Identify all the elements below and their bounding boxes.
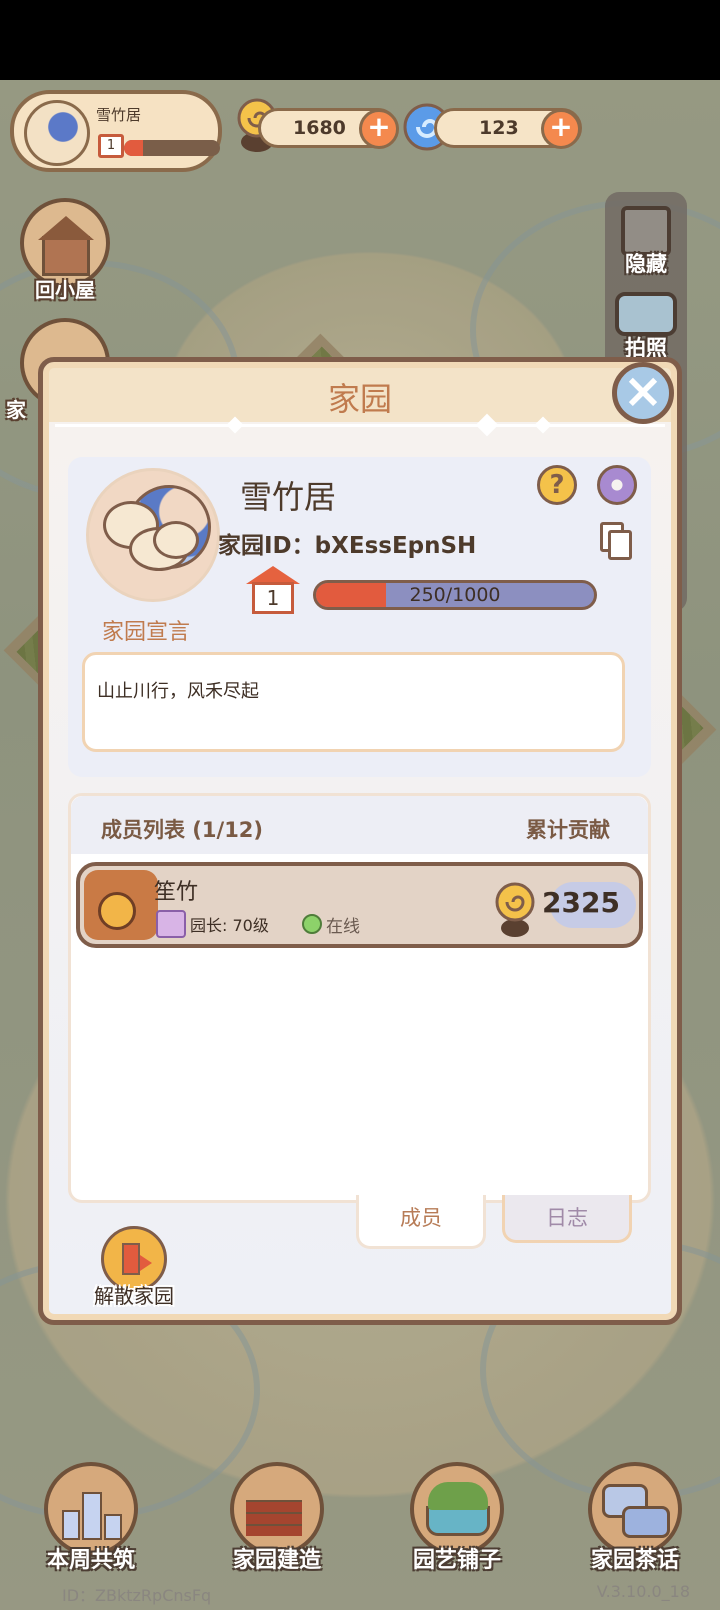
hide-label[interactable]: 隐藏	[605, 248, 687, 278]
garden-shop-label: 园艺铺子	[412, 1548, 501, 1573]
contribution-label: 累计贡献	[526, 818, 610, 842]
home-badge-name: 雪竹居	[96, 106, 142, 124]
home-avatar[interactable]	[86, 468, 220, 602]
declaration-text: 山止川行，风禾尽起	[97, 681, 259, 702]
member-name: 笙竹	[154, 880, 199, 905]
gem-value: 123	[479, 117, 519, 139]
home-exp-bar: 250/1000	[313, 580, 597, 610]
add-gems-button[interactable]: +	[541, 109, 581, 149]
members-header: 成员列表 (1/12) 累计贡献	[71, 796, 648, 854]
home-progress-bar	[124, 140, 220, 156]
camera-icon[interactable]	[615, 292, 677, 336]
snail-coin-counter: 1680 +	[258, 108, 399, 149]
online-status-icon	[302, 914, 322, 934]
home-name: 雪竹居	[240, 478, 337, 516]
home-id: 家园ID：bXEssEpnSH	[218, 526, 476, 560]
disband-label: 解散家园	[94, 1284, 174, 1308]
version-text: V.3.10.0_18	[596, 1582, 690, 1601]
member-avatar	[84, 870, 158, 940]
title-divider	[55, 424, 665, 427]
member-role: 园长: 70级	[190, 916, 269, 935]
members-count-label: 成员列表 (1/12)	[101, 818, 264, 842]
declaration-box[interactable]: 山止川行，风禾尽起	[82, 652, 625, 752]
settings-gear-icon[interactable]	[597, 465, 637, 505]
weekly-build-button[interactable]: 本周共筑	[26, 1462, 156, 1574]
copy-id-icon[interactable]	[600, 522, 632, 560]
member-contribution: 2325	[542, 886, 620, 919]
member-status: 在线	[326, 917, 360, 937]
home-emblem-icon	[24, 100, 90, 166]
garden-shop-button[interactable]: 园艺铺子	[392, 1462, 522, 1574]
members-panel: 成员列表 (1/12) 累计贡献	[68, 793, 651, 1203]
home-build-label: 家园建造	[232, 1548, 321, 1573]
home-build-button[interactable]: 家园建造	[212, 1462, 342, 1574]
tab-log[interactable]: 日志	[502, 1195, 632, 1243]
dialog-title: 家园	[327, 380, 392, 418]
home-level-icon: 1	[98, 134, 124, 158]
home-level-badge: 1	[246, 566, 300, 614]
back-home-label: 回小屋	[35, 278, 95, 302]
weekly-build-label: 本周共筑	[46, 1548, 135, 1573]
home-level-value: 1	[252, 582, 294, 614]
close-button[interactable]: ×	[612, 362, 674, 424]
disband-home-button[interactable]: 解散家园	[82, 1226, 186, 1309]
back-home-button[interactable]: 回小屋	[16, 198, 114, 303]
home-exp-text: 250/1000	[409, 584, 501, 606]
snail-coin-icon	[495, 882, 535, 937]
help-icon[interactable]: ?	[537, 465, 577, 505]
user-id-text: ID：ZBktzRpCnsFq	[62, 1586, 212, 1605]
snail-coin-value: 1680	[293, 117, 346, 139]
gem-counter: 123 +	[434, 108, 582, 149]
tab-members[interactable]: 成员	[356, 1195, 486, 1249]
tea-chat-button[interactable]: 家园茶话	[570, 1462, 700, 1574]
add-coins-button[interactable]: +	[359, 109, 399, 149]
home-badge[interactable]: 雪竹居 1	[10, 90, 222, 172]
home-id-value: bXEssEpnSH	[314, 533, 477, 559]
tea-chat-label: 家园茶话	[590, 1548, 679, 1573]
declaration-label: 家园宣言	[102, 620, 191, 645]
leader-crown-icon	[156, 910, 186, 938]
home-id-label: 家园ID：	[218, 533, 315, 559]
lion-avatar-icon	[98, 892, 136, 930]
member-row[interactable]: 笙竹 园长: 70级 在线 2325	[76, 862, 643, 948]
